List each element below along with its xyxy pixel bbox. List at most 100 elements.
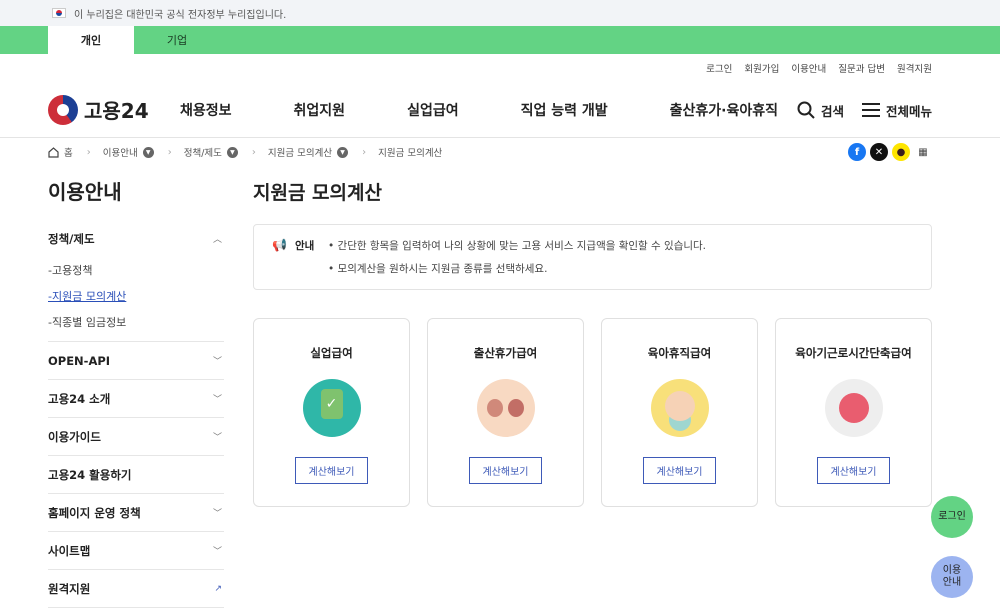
sidebar-group-sitemap: 사이트맵 ﹀: [48, 532, 224, 570]
menu-item-employment-support[interactable]: 취업지원: [294, 100, 346, 120]
sidebar-item-label: 고용24 활용하기: [48, 467, 132, 482]
notice-line: • 간단한 항목을 입력하여 나의 상황에 맞는 고용 서비스 지급액을 확인할…: [328, 240, 707, 252]
breadcrumb-current: 지원금 모의계산: [378, 145, 442, 159]
home-icon: [48, 146, 59, 158]
calculate-button[interactable]: 계산해보기: [469, 457, 542, 484]
chevron-down-icon[interactable]: ▼: [142, 146, 154, 158]
guide-link[interactable]: 이용안내: [791, 61, 826, 75]
sidebar-item-label: 정책/제도: [48, 231, 95, 246]
menu-item-unemployment-benefit[interactable]: 실업급여: [407, 100, 459, 120]
gov-banner-text: 이 누리집은 대한민국 공식 전자정부 누리집입니다.: [74, 9, 287, 21]
utility-links: 로그인 회원가입 이용안내 질문과 답변 원격지원: [0, 54, 1000, 82]
sidebar-group-policy: 정책/제도 ︿ -고용정책 -지원금 모의계산 -직종별 임금정보: [48, 220, 224, 342]
calculate-button[interactable]: 계산해보기: [643, 457, 716, 484]
calculate-button[interactable]: 계산해보기: [817, 457, 890, 484]
sidebar-item-policy[interactable]: 정책/제도 ︿: [48, 220, 224, 257]
sidebar-title: 이용안내: [48, 180, 122, 204]
card-title: 육아기근로시간단축급여: [795, 346, 912, 360]
facebook-icon[interactable]: f: [848, 143, 866, 161]
chevron-down-icon: ﹀: [212, 509, 222, 519]
breadcrumb-policy[interactable]: 정책/제도 ▼: [184, 145, 238, 159]
megaphone-icon: 📢: [272, 238, 287, 252]
sidebar-item-label: 고용24 소개: [48, 391, 111, 406]
sidebar-item-label: 이용가이드: [48, 429, 101, 444]
chevron-right-icon: ›: [167, 146, 172, 158]
card-title: 실업급여: [310, 346, 353, 360]
chevron-down-icon: ﹀: [212, 395, 222, 405]
sidebar-item-label: OPEN-API: [48, 353, 111, 368]
search-label: 검색: [820, 103, 844, 119]
menu-item-job-skills[interactable]: 직업 능력 개발: [521, 100, 608, 120]
sidebar-group-usage-guide: 이용가이드 ﹀: [48, 418, 224, 456]
sidebar-item-label: 사이트맵: [48, 543, 91, 558]
chevron-right-icon: ›: [362, 146, 367, 158]
page-title: 지원금 모의계산: [253, 182, 382, 204]
sidebar-group-operation-policy: 홈페이지 운영 정책 ﹀: [48, 494, 224, 532]
taegeuk-logo-icon: [48, 94, 78, 125]
share-buttons: f ✕ ● ▦: [848, 143, 932, 161]
sidebar-group-openapi: OPEN-API ﹀: [48, 342, 224, 380]
sidebar-subitem-employment-policy[interactable]: -고용정책: [48, 257, 224, 283]
card-unemployment: 실업급여 계산해보기: [253, 318, 410, 507]
card-reduced-hours: 육아기근로시간단축급여 계산해보기: [775, 318, 932, 507]
sidebar-item-label: 홈페이지 운영 정책: [48, 505, 141, 520]
parents-icon: [476, 379, 535, 437]
search-icon: [797, 101, 815, 119]
sidebar-subitem-subsidy-calc[interactable]: -지원금 모의계산: [48, 283, 224, 309]
remote-support-link[interactable]: 원격지원: [897, 61, 932, 75]
print-icon[interactable]: ▦: [914, 143, 932, 161]
notice-box: 📢 안내 • 간단한 항목을 입력하여 나의 상황에 맞는 고용 서비스 지급액…: [253, 224, 932, 290]
notice-heading: 📢 안내: [272, 238, 328, 289]
tab-business[interactable]: 기업: [134, 26, 220, 54]
notice-label: 안내: [294, 240, 315, 252]
sidebar-group-utilize: 고용24 활용하기: [48, 456, 224, 494]
chevron-down-icon[interactable]: ▼: [337, 146, 349, 158]
header-actions: 검색 전체메뉴: [797, 82, 932, 138]
breadcrumb-calc[interactable]: 지원금 모의계산 ▼: [268, 145, 349, 159]
chevron-up-icon: ︿: [212, 235, 222, 245]
user-type-tabs: 개인 기업: [0, 26, 1000, 54]
kakaotalk-icon[interactable]: ●: [892, 143, 910, 161]
sidebar-item-openapi[interactable]: OPEN-API ﹀: [48, 342, 224, 379]
menu-item-jobs[interactable]: 채용정보: [180, 100, 232, 120]
breadcrumb: 홈 › 이용안내 ▼ › 정책/제도 ▼ › 지원금 모의계산 ▼ › 지원금 …: [0, 138, 1000, 166]
signup-link[interactable]: 회원가입: [744, 61, 779, 75]
chevron-down-icon: ﹀: [212, 547, 222, 557]
notice-body: • 간단한 항목을 입력하여 나의 상황에 맞는 고용 서비스 지급액을 확인할…: [328, 238, 706, 289]
chevron-right-icon: ›: [251, 146, 256, 158]
logo[interactable]: 고용24: [48, 94, 180, 125]
main-menu: 채용정보 취업지원 실업급여 직업 능력 개발 출산휴가·육아휴직: [180, 100, 778, 120]
sidebar-item-operation-policy[interactable]: 홈페이지 운영 정책 ﹀: [48, 494, 224, 531]
logo-text: 고용24: [84, 99, 149, 123]
hamburger-icon: [861, 103, 880, 117]
card-title: 육아휴직급여: [647, 346, 712, 360]
clock-icon: [824, 379, 883, 437]
sidebar-item-sitemap[interactable]: 사이트맵 ﹀: [48, 532, 224, 569]
sidebar-subitem-wage-info[interactable]: -직종별 임금정보: [48, 309, 224, 335]
breadcrumb-home[interactable]: 홈: [48, 145, 73, 159]
card-maternity: 출산휴가급여 계산해보기: [427, 318, 584, 507]
all-menu-label: 전체메뉴: [885, 103, 932, 119]
sidebar-item-utilize[interactable]: 고용24 활용하기: [48, 456, 224, 493]
sidebar-item-about[interactable]: 고용24 소개 ﹀: [48, 380, 224, 417]
breadcrumb-guide[interactable]: 이용안내 ▼: [103, 145, 154, 159]
breadcrumb-policy-label: 정책/제도: [183, 148, 222, 159]
search-button[interactable]: 검색: [797, 101, 844, 120]
menu-item-maternity-leave[interactable]: 출산휴가·육아휴직: [670, 100, 778, 120]
breadcrumb-current-label: 지원금 모의계산: [378, 148, 443, 159]
floating-guide-label: 이용 안내: [942, 565, 962, 588]
login-link[interactable]: 로그인: [706, 61, 732, 75]
floating-login-button[interactable]: 로그인: [931, 496, 973, 538]
x-icon[interactable]: ✕: [870, 143, 888, 161]
phone-check-icon: [302, 379, 361, 437]
all-menu-button[interactable]: 전체메뉴: [861, 101, 932, 120]
floating-guide-button[interactable]: 이용 안내: [931, 556, 973, 598]
qna-link[interactable]: 질문과 답변: [838, 61, 885, 75]
calculate-button[interactable]: 계산해보기: [295, 457, 368, 484]
tab-personal[interactable]: 개인: [48, 26, 134, 54]
card-parental-leave: 육아휴직급여 계산해보기: [601, 318, 758, 507]
sidebar-item-remote[interactable]: 원격지원 ↗: [48, 570, 224, 607]
sidebar-item-usage-guide[interactable]: 이용가이드 ﹀: [48, 418, 224, 455]
chevron-down-icon[interactable]: ▼: [226, 146, 238, 158]
notice-line: • 모의계산을 원하시는 지원금 종류를 선택하세요.: [328, 263, 548, 275]
